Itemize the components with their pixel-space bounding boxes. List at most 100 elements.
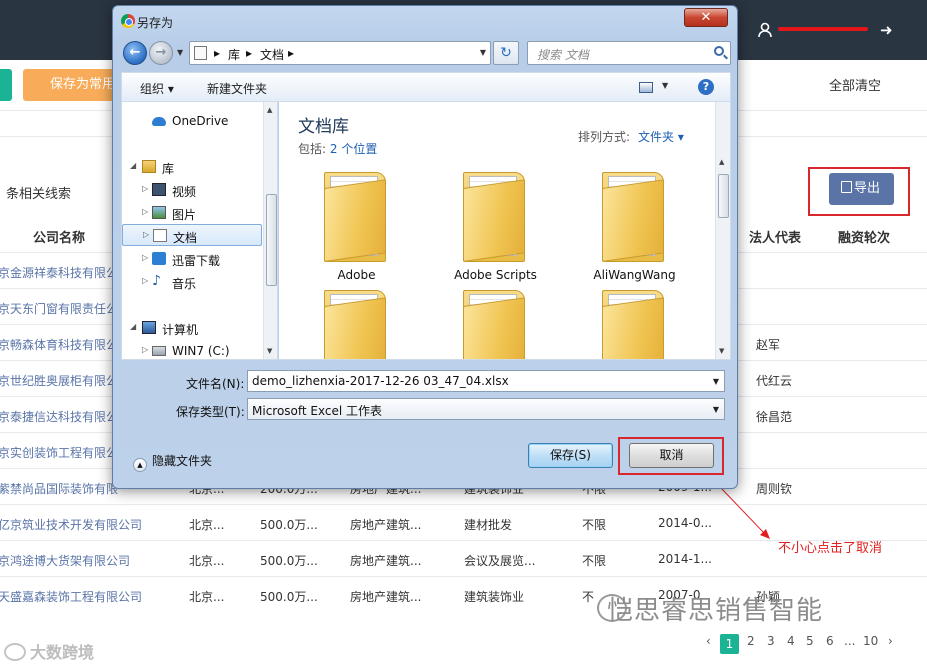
- expand-chevron-icon[interactable]: ▷: [142, 345, 148, 354]
- library-title: 文档库: [298, 117, 349, 137]
- cell-company[interactable]: 京泰捷信达科技有限公: [0, 408, 118, 425]
- save-button[interactable]: 保存(S): [528, 443, 613, 468]
- breadcrumb-library[interactable]: 库: [228, 46, 240, 63]
- expand-chevron-icon[interactable]: ▷: [142, 276, 148, 285]
- cell-scope: 建材批发: [464, 518, 513, 532]
- column-header-legal-rep[interactable]: 法人代表: [749, 227, 801, 246]
- new-folder-button[interactable]: 新建文件夹: [207, 80, 267, 97]
- scroll-up-icon[interactable]: ▲: [267, 106, 272, 114]
- search-placeholder: 搜索 文档: [537, 48, 589, 62]
- filename-input[interactable]: demo_lizhenxia-2017-12-26 03_47_04.xlsx ▼: [247, 370, 725, 392]
- watermark-text: 恺思睿思销售智能: [607, 596, 824, 626]
- music-icon: ♪: [152, 273, 161, 289]
- recent-locations-chevron-icon[interactable]: ▼: [177, 48, 183, 57]
- cell-scope: 会议及展览...: [464, 554, 536, 568]
- annotation-text: 不小心点击了取消: [778, 541, 883, 556]
- close-button[interactable]: ✕: [684, 8, 728, 27]
- scroll-down-icon[interactable]: ▼: [719, 347, 724, 355]
- dialog-toolbar: 组织 ▾ 新建文件夹 ▼ ?: [121, 72, 731, 102]
- page-3[interactable]: 3: [767, 634, 775, 648]
- library-includes: 包括: 2 个位置: [298, 140, 377, 157]
- search-icon[interactable]: [714, 46, 724, 56]
- table-row[interactable]: 亿京筑业技术开发有限公司 北京... 500.0万... 房地产建筑... 建材批发 不限…: [0, 504, 927, 541]
- nav-item-videos[interactable]: ▷ 视频: [122, 179, 262, 201]
- nav-item-library[interactable]: ◢ 库: [122, 156, 262, 178]
- arrange-by-dropdown[interactable]: 文件夹 ▾: [638, 130, 684, 144]
- page-6[interactable]: 6: [826, 634, 834, 648]
- folder-item[interactable]: [562, 290, 682, 359]
- next-page-button[interactable]: ›: [888, 634, 893, 648]
- nav-item-drive-c[interactable]: ▷ WIN7 (C:): [122, 340, 262, 359]
- page-4[interactable]: 4: [787, 634, 795, 648]
- nav-item-documents[interactable]: ▷ 文档: [122, 224, 262, 246]
- expand-chevron-icon[interactable]: ▷: [142, 253, 148, 262]
- folder-item[interactable]: AliWangWang: [562, 172, 682, 292]
- view-chevron-down-icon[interactable]: ▼: [662, 81, 668, 90]
- file-list-scrollbar[interactable]: ▲ ▼: [715, 102, 730, 359]
- view-mode-icon[interactable]: [639, 82, 653, 93]
- prev-page-button[interactable]: ‹: [706, 634, 711, 648]
- refresh-icon[interactable]: ↻: [493, 41, 519, 65]
- nav-item-downloads[interactable]: ▷ 迅雷下载: [122, 248, 262, 270]
- address-dropdown-icon[interactable]: ▼: [480, 48, 486, 57]
- hide-folders-toggle[interactable]: ▲ 隐藏文件夹: [133, 452, 212, 472]
- nav-item-onedrive[interactable]: OneDrive: [122, 110, 262, 132]
- forward-arrow-icon[interactable]: →: [149, 41, 173, 65]
- collapse-chevron-icon[interactable]: ◢: [130, 322, 136, 331]
- cell-legal-rep: 徐昌范: [756, 410, 793, 424]
- scroll-up-icon[interactable]: ▲: [719, 158, 724, 166]
- filename-dropdown-icon[interactable]: ▼: [713, 377, 719, 386]
- search-button[interactable]: [0, 69, 12, 101]
- nav-label: 音乐: [172, 277, 197, 291]
- cell-company[interactable]: 京世纪胜奥展柜有限公: [0, 372, 118, 389]
- help-icon[interactable]: ?: [698, 79, 714, 95]
- folder-item[interactable]: Adobe Scripts: [423, 172, 543, 292]
- scrollbar-thumb[interactable]: [266, 194, 277, 286]
- cell-company[interactable]: 京鸿途博大货架有限公司: [0, 552, 130, 569]
- cell-company[interactable]: 紫禁尚品国际装饰有限: [0, 480, 118, 497]
- scrollbar-thumb[interactable]: [718, 174, 729, 218]
- location-icon: [194, 46, 207, 60]
- file-list-pane: 文档库 包括: 2 个位置 排列方式: 文件夹 ▾ Adobe Adobe Scr…: [279, 102, 731, 360]
- scroll-down-icon[interactable]: ▼: [267, 347, 272, 355]
- search-input[interactable]: 搜索 文档: [527, 41, 731, 65]
- leads-count-label: 条相关线索: [6, 187, 72, 202]
- nav-scrollbar[interactable]: ▲ ▼: [263, 102, 277, 359]
- column-header-company[interactable]: 公司名称: [33, 227, 85, 246]
- expand-chevron-icon[interactable]: ▷: [142, 207, 148, 216]
- address-bar[interactable]: ▸ 库 ▸ 文档 ▸ ▼: [189, 41, 491, 65]
- page-2[interactable]: 2: [747, 634, 755, 648]
- expand-chevron-icon[interactable]: ▷: [143, 230, 149, 239]
- nav-label: 库: [162, 162, 175, 176]
- cell-company[interactable]: 京实创装饰工程有限公: [0, 444, 118, 461]
- page-1[interactable]: 1: [720, 634, 739, 654]
- back-arrow-icon[interactable]: ←: [123, 41, 147, 65]
- expand-chevron-icon[interactable]: ▷: [142, 184, 148, 193]
- filetype-select[interactable]: Microsoft Excel 工作表 ▼: [247, 398, 725, 420]
- folder-item[interactable]: [423, 290, 543, 359]
- folder-item[interactable]: [284, 290, 404, 359]
- cell-company[interactable]: 京金源祥泰科技有限公: [0, 264, 118, 281]
- cell-company[interactable]: 京天东门窗有限责任公: [0, 300, 118, 317]
- logout-icon[interactable]: ➜: [880, 21, 898, 39]
- organize-menu[interactable]: 组织 ▾: [140, 80, 174, 97]
- navigation-pane: OneDrive ◢ 库 ▷ 视频 ▷ 图片 ▷ 文档 ▷ 迅雷下载 ▷ ♪ 音…: [121, 102, 278, 360]
- includes-locations-link[interactable]: 2 个位置: [330, 142, 377, 156]
- page-10[interactable]: 10: [863, 634, 878, 648]
- save-as-common-button[interactable]: 保存为常用: [23, 69, 123, 101]
- nav-item-pictures[interactable]: ▷ 图片: [122, 202, 262, 224]
- cell-company[interactable]: 亿京筑业技术开发有限公司: [0, 516, 142, 533]
- filetype-dropdown-icon[interactable]: ▼: [713, 405, 719, 414]
- cell-company[interactable]: 天盛嘉森装饰工程有限公司: [0, 588, 142, 605]
- nav-item-computer[interactable]: ◢ 计算机: [122, 317, 262, 339]
- column-header-funding-round[interactable]: 融资轮次: [838, 227, 890, 246]
- nav-item-music[interactable]: ▷ ♪ 音乐: [122, 271, 262, 293]
- page-5[interactable]: 5: [806, 634, 814, 648]
- cell-company[interactable]: 京畅森体育科技有限公: [0, 336, 118, 353]
- folder-item[interactable]: Adobe: [284, 172, 404, 292]
- cell-scope: 建筑装饰业: [464, 590, 525, 604]
- breadcrumb-documents[interactable]: 文档: [260, 46, 284, 63]
- user-name-redacted[interactable]: [778, 22, 868, 36]
- clear-all-link[interactable]: 全部清空: [829, 75, 881, 94]
- collapse-chevron-icon[interactable]: ◢: [130, 161, 136, 170]
